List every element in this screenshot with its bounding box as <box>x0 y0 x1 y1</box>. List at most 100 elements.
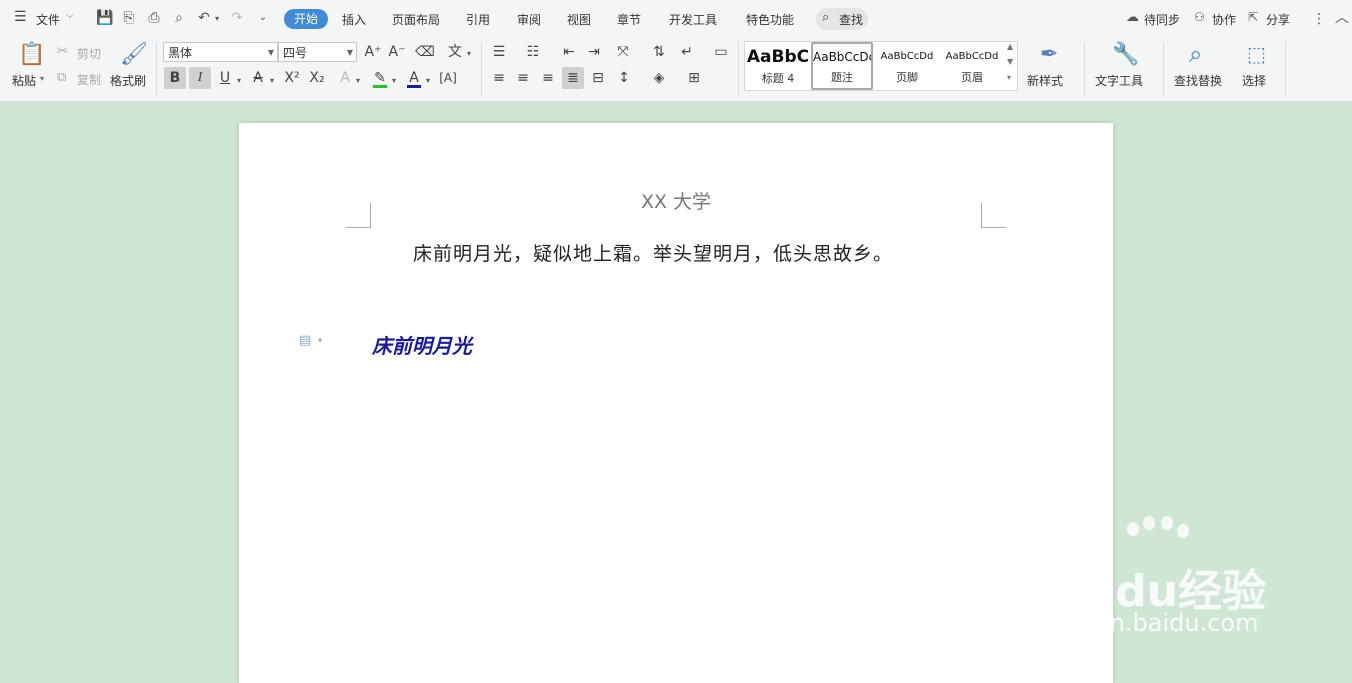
tab-view[interactable]: 视图 <box>567 11 591 28</box>
highlight-color-icon[interactable]: ✎ <box>369 67 391 89</box>
select-label: 选择 <box>1242 74 1267 88</box>
style-header[interactable]: AaBbCcDd 页眉 <box>940 42 1004 90</box>
font-size-select[interactable]: 四号 ▼ <box>278 42 357 62</box>
paste-label: 粘贴 <box>12 74 37 88</box>
file-menu[interactable]: ☰ 文件 ⌵ <box>14 9 80 28</box>
style-preview: AaBbCcDd <box>880 51 934 62</box>
align-center-icon[interactable]: ≡ <box>512 67 534 89</box>
undo-icon[interactable]: ↶ <box>196 10 212 26</box>
font-color-dropdown-icon[interactable]: ▾ <box>424 73 432 89</box>
chinese-layout-icon[interactable]: ⤧ <box>612 41 634 63</box>
shrink-font-icon[interactable]: A⁻ <box>386 41 408 63</box>
paragraph-layout-icon[interactable]: ▤ <box>299 333 311 348</box>
customize-toolbar-icon[interactable]: ⌄ <box>256 10 270 26</box>
text-tools-button[interactable]: 🔧 文字工具 <box>1094 42 1152 92</box>
grow-font-icon[interactable]: A⁺ <box>362 41 384 63</box>
divider <box>1285 42 1286 96</box>
style-footer[interactable]: AaBbCcDd 页脚 <box>875 42 939 90</box>
select-button[interactable]: ⬚ 选择 <box>1241 42 1281 92</box>
new-style-icon: ✒ <box>1040 42 1059 67</box>
print-icon[interactable]: ⎙ <box>146 10 162 26</box>
bold-button[interactable]: B <box>164 67 186 89</box>
redo-icon[interactable]: ↷ <box>229 10 245 26</box>
tab-references[interactable]: 引用 <box>466 11 490 28</box>
format-painter-button[interactable]: 🖌 格式刷 <box>110 42 150 92</box>
tab-insert[interactable]: 插入 <box>342 11 366 28</box>
font-name-select[interactable]: 黑体 ▼ <box>163 42 278 62</box>
increase-indent-icon[interactable]: ⇥ <box>583 41 605 63</box>
subscript-button[interactable]: X₂ <box>306 67 328 89</box>
paw-pad <box>1143 516 1155 530</box>
align-left-icon[interactable]: ≡ <box>488 67 510 89</box>
find-replace-button[interactable]: ⌕ 查找替换 <box>1173 40 1231 92</box>
cut-button[interactable]: ✂ 剪切 <box>57 44 105 62</box>
tab-review[interactable]: 审阅 <box>517 11 541 28</box>
text-effect-icon[interactable]: A <box>334 67 356 89</box>
line-spacing-icon[interactable]: ↕ <box>613 67 635 89</box>
decrease-indent-icon[interactable]: ⇤ <box>558 41 580 63</box>
tab-home[interactable]: 开始 <box>284 9 328 29</box>
sync-status-label: 待同步 <box>1144 13 1181 27</box>
print-preview-icon[interactable]: ⌕ <box>171 10 187 26</box>
superscript-button[interactable]: X² <box>281 67 303 89</box>
clear-formatting-icon[interactable]: ⌫ <box>414 41 436 63</box>
distributed-align-icon[interactable]: ⊟ <box>587 67 609 89</box>
share-icon: ⇱ <box>1248 10 1259 24</box>
character-border-icon[interactable]: [A] <box>437 67 459 89</box>
phonetic-dropdown-icon[interactable]: ▾ <box>465 46 473 62</box>
magnifier-icon: ⌕ <box>1189 40 1203 68</box>
highlight-color-bar <box>373 85 387 88</box>
text-effect-dropdown-icon[interactable]: ▾ <box>354 73 362 89</box>
copy-button[interactable]: ⧉ 复制 <box>57 70 105 88</box>
format-painter-label: 格式刷 <box>110 74 147 88</box>
tab-developer[interactable]: 开发工具 <box>669 11 717 28</box>
search-command[interactable]: ⌕ 查找 <box>816 8 868 30</box>
sort-icon[interactable]: ⇅ <box>648 41 670 63</box>
align-right-icon[interactable]: ≡ <box>537 67 559 89</box>
divider <box>738 42 739 96</box>
paw-pad <box>1127 522 1139 536</box>
undo-dropdown-icon[interactable]: ▾ <box>213 11 221 27</box>
document-page[interactable]: XX 大学 床前明月光，疑似地上霜。举头望明月，低头思故乡。 ▤ ▾ 床前明月光 <box>239 123 1113 683</box>
body-paragraph[interactable]: 床前明月光，疑似地上霜。举头望明月，低头思故乡。 <box>413 239 893 266</box>
styles-scroll-up-icon[interactable]: ▲ <box>1007 42 1013 51</box>
heading-text[interactable]: 床前明月光 <box>372 330 472 359</box>
styles-scroll-down-icon[interactable]: ▼ <box>1007 57 1013 66</box>
new-style-button[interactable]: ✒ 新样式 <box>1026 42 1076 92</box>
bullet-list-icon[interactable]: ☰ <box>488 41 510 63</box>
styles-expand-icon[interactable]: ▾ <box>1007 73 1011 82</box>
italic-button[interactable]: I <box>189 67 211 89</box>
divider <box>481 42 482 96</box>
tab-chapter[interactable]: 章节 <box>617 11 641 28</box>
highlight-dropdown-icon[interactable]: ▾ <box>390 73 398 89</box>
paste-button[interactable]: 📋 粘贴 ▾ <box>12 42 48 92</box>
collapse-ribbon-icon[interactable]: ︿ <box>1335 10 1349 26</box>
hamburger-icon: ☰ <box>14 9 27 25</box>
justify-icon[interactable]: ≣ <box>562 67 584 89</box>
chevron-down-icon: ▼ <box>346 48 353 57</box>
phonetic-guide-icon[interactable]: 文 <box>444 41 466 63</box>
style-heading-4[interactable]: AaBbC 标题 4 <box>746 42 810 90</box>
underline-dropdown-icon[interactable]: ▾ <box>235 73 243 89</box>
font-color-icon[interactable]: A <box>403 67 425 89</box>
styles-gallery: AaBbC 标题 4 AaBbCcDd 题注 AaBbCcDd 页脚 AaBbC… <box>744 41 1018 91</box>
share-label: 分享 <box>1266 13 1291 27</box>
wrench-icon: 🔧 <box>1112 42 1140 67</box>
shading-icon[interactable]: ◈ <box>648 67 670 89</box>
tab-page-layout[interactable]: 页面布局 <box>392 11 440 28</box>
table-of-contents-ruler-icon[interactable]: ▭ <box>710 41 732 63</box>
paragraph-layout-dropdown-icon[interactable]: ▾ <box>318 336 322 345</box>
more-options-icon[interactable]: ⋮ <box>1312 11 1326 27</box>
strikethrough-dropdown-icon[interactable]: ▾ <box>268 73 276 89</box>
style-caption[interactable]: AaBbCcDd 题注 <box>811 42 873 90</box>
tab-special-features[interactable]: 特色功能 <box>746 11 794 28</box>
save-icon[interactable]: 💾 <box>96 10 113 26</box>
underline-button[interactable]: U <box>214 67 236 89</box>
format-painter-quick-icon[interactable]: ⎘ <box>121 10 137 26</box>
show-marks-icon[interactable]: ↵ <box>676 41 698 63</box>
borders-icon[interactable]: ⊞ <box>683 67 705 89</box>
scissors-icon: ✂ <box>57 44 68 59</box>
numbered-list-icon[interactable]: ☷ <box>522 41 544 63</box>
strikethrough-button[interactable]: A <box>247 67 269 89</box>
page-header-text[interactable]: XX 大学 <box>239 187 1113 214</box>
